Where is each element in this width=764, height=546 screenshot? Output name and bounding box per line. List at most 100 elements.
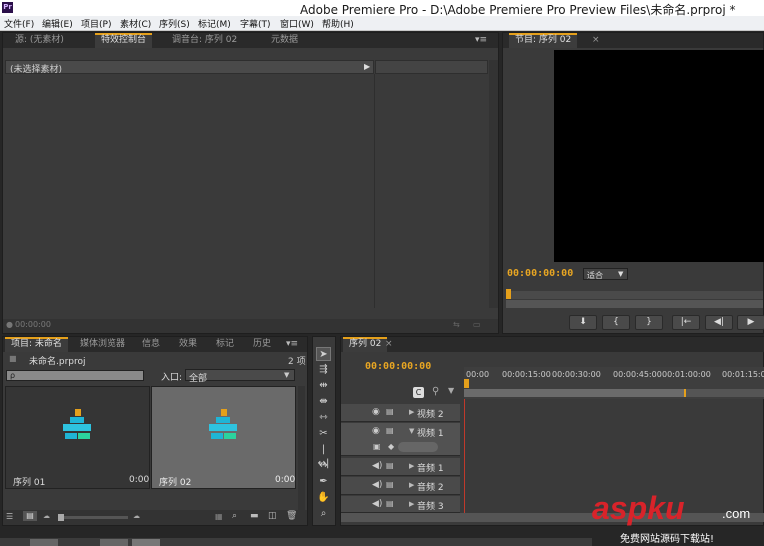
slide-tool-icon[interactable]: ↔ [316, 459, 331, 473]
close-tab-icon[interactable]: × [592, 35, 600, 45]
zoom-slider[interactable] [58, 514, 128, 521]
track-select-tool-icon[interactable]: ⇶ [316, 363, 331, 377]
timeline-ruler[interactable]: 00:00 00:00:15:00 00:00:30:00 00:00:45:0… [464, 367, 764, 399]
step-back-icon[interactable]: ◀| [705, 315, 733, 330]
project-item-sequence-02[interactable]: 序列 02 0:00 [151, 386, 296, 489]
track-video-2[interactable]: ◉ ▤ ▶ 视频 2 [341, 404, 460, 422]
search-input[interactable]: ρ [6, 370, 144, 381]
hand-tool-icon[interactable]: ✋ [316, 491, 331, 505]
tab-media-browser[interactable]: 媒体浏览器 [74, 337, 131, 352]
delete-icon[interactable]: 🗑 [286, 511, 297, 521]
tab-history[interactable]: 历史 [247, 337, 277, 352]
playhead-icon[interactable] [506, 289, 511, 299]
menu-clip[interactable]: 素材(C) [120, 17, 151, 30]
tab-source[interactable]: 源: (无素材) [9, 33, 70, 48]
track-audio-3[interactable]: ◀) ▤ ▶ 音频 3 [341, 496, 460, 513]
speaker-icon[interactable]: ◀) [372, 499, 382, 509]
add-marker-icon[interactable]: ⬇ [569, 315, 597, 330]
list-view-icon[interactable]: ☰ [6, 512, 13, 521]
track-audio-1[interactable]: ◀) ▤ ▶ 音频 1 [341, 458, 460, 476]
keyframe-nav[interactable] [398, 442, 438, 452]
rolling-edit-tool-icon[interactable]: ⇼ [316, 395, 331, 409]
work-area-bar[interactable] [464, 389, 764, 397]
automate-icon[interactable]: ▦ [215, 512, 223, 521]
playhead-icon[interactable] [464, 379, 469, 388]
tab-project[interactable]: 项目: 未命名 [5, 337, 68, 352]
project-menu-icon[interactable]: ▾≡ [286, 339, 298, 349]
zoom-large-icon: ☁ [133, 512, 140, 520]
close-tab-icon[interactable]: × [385, 339, 393, 349]
new-item-icon[interactable]: ▭ [473, 320, 481, 329]
marker-icon[interactable]: ▼ [448, 386, 454, 395]
selection-tool-icon[interactable]: ➤ [316, 347, 331, 361]
speaker-icon[interactable]: ◀) [372, 461, 382, 471]
program-time-ruler[interactable] [506, 289, 763, 299]
rate-stretch-tool-icon[interactable]: ⇿ [316, 411, 331, 425]
panel-menu-icon[interactable]: ▾≡ [475, 35, 487, 45]
menu-marker[interactable]: 标记(M) [198, 17, 231, 30]
speaker-icon[interactable]: ◀) [372, 480, 382, 490]
menu-help[interactable]: 帮助(H) [322, 17, 354, 30]
new-item-icon[interactable]: ◫ [268, 511, 277, 521]
program-video-display[interactable] [554, 50, 764, 262]
play-only-icon[interactable]: ▶ [364, 62, 370, 71]
lock-icon[interactable]: ▤ [386, 407, 394, 416]
menu-file[interactable]: 文件(F) [4, 17, 34, 30]
display-style-icon[interactable]: ▣ [373, 442, 381, 451]
menu-sequence[interactable]: 序列(S) [159, 17, 190, 30]
zoom-tool-icon[interactable]: ⌕ [316, 507, 331, 521]
menu-title[interactable]: 字幕(T) [240, 17, 271, 30]
razor-tool-icon[interactable]: ✂ [316, 427, 331, 441]
export-frame-icon[interactable]: ⇆ [453, 320, 460, 329]
tab-info[interactable]: 信息 [136, 337, 166, 352]
track-audio-2[interactable]: ◀) ▤ ▶ 音频 2 [341, 477, 460, 495]
set-marker-icon[interactable]: ⚲ [432, 386, 439, 397]
lock-icon[interactable]: ▤ [386, 499, 394, 508]
zoom-scrollbar[interactable] [506, 300, 763, 308]
fit-dropdown[interactable]: 适合 ▼ [583, 268, 628, 280]
timeline-timecode[interactable]: 00:00:00:00 [365, 361, 431, 372]
tab-effect-controls[interactable]: 特效控制台 [95, 33, 153, 48]
lock-icon[interactable]: ▤ [386, 461, 394, 470]
tab-markers[interactable]: 标记 [210, 337, 240, 352]
icon-view-icon[interactable]: ▤ [23, 511, 37, 521]
menu-project[interactable]: 项目(P) [81, 17, 111, 30]
snap-icon[interactable]: C [413, 387, 424, 398]
menu-edit[interactable]: 编辑(E) [42, 17, 73, 30]
lock-icon[interactable]: ▤ [386, 480, 394, 489]
pen-tool-icon[interactable]: ✒ [316, 475, 331, 489]
project-item-sequence-01[interactable]: 序列 01 0:00 [5, 386, 150, 489]
collapse-triangle-icon[interactable]: ▼ [409, 427, 414, 435]
slip-tool-icon[interactable]: |↔| [316, 443, 331, 469]
mark-out-icon[interactable]: } [635, 315, 663, 330]
effect-controls-tabbar: 源: (无素材) 特效控制台 调音台: 序列 02 元数据 ▾≡ [3, 33, 498, 48]
go-to-in-icon[interactable]: |← [672, 315, 700, 330]
keyframe-icon[interactable]: ◆ [388, 442, 394, 451]
track-label: 视频 1 [417, 429, 444, 439]
lock-icon[interactable]: ▤ [386, 426, 394, 435]
eye-icon[interactable]: ◉ [372, 407, 380, 417]
play-icon[interactable]: ▶ [737, 315, 764, 330]
ripple-edit-tool-icon[interactable]: ⇹ [316, 379, 331, 393]
expand-triangle-icon[interactable]: ▶ [409, 408, 414, 416]
menu-window[interactable]: 窗口(W) [280, 17, 314, 30]
ruler-tick: 00:00:30:00 [552, 370, 601, 379]
tab-audio-mixer[interactable]: 调音台: 序列 02 [166, 33, 243, 48]
effects-scrollbar[interactable] [489, 60, 498, 308]
expand-triangle-icon[interactable]: ▶ [409, 462, 414, 470]
new-bin-icon[interactable]: ▬ [250, 511, 259, 521]
expand-triangle-icon[interactable]: ▶ [409, 481, 414, 489]
track-video-1[interactable]: ◉ ▤ ▼ 视频 1 ▣ ◆ [341, 423, 460, 456]
in-dropdown[interactable]: 全部 ▼ [185, 369, 295, 384]
tab-effects[interactable]: 效果 [173, 337, 203, 352]
find-icon[interactable]: ⌕ [232, 511, 237, 521]
project-scrollbar[interactable] [298, 386, 305, 511]
filter-icon[interactable]: ● [6, 320, 13, 329]
tab-metadata[interactable]: 元数据 [265, 33, 304, 48]
expand-triangle-icon[interactable]: ▶ [409, 500, 414, 508]
tab-program[interactable]: 节目: 序列 02 [509, 33, 578, 48]
eye-icon[interactable]: ◉ [372, 426, 380, 436]
mark-in-icon[interactable]: { [602, 315, 630, 330]
tab-sequence-02[interactable]: 序列 02 [343, 337, 388, 352]
program-timecode[interactable]: 00:00:00:00 [507, 268, 573, 279]
